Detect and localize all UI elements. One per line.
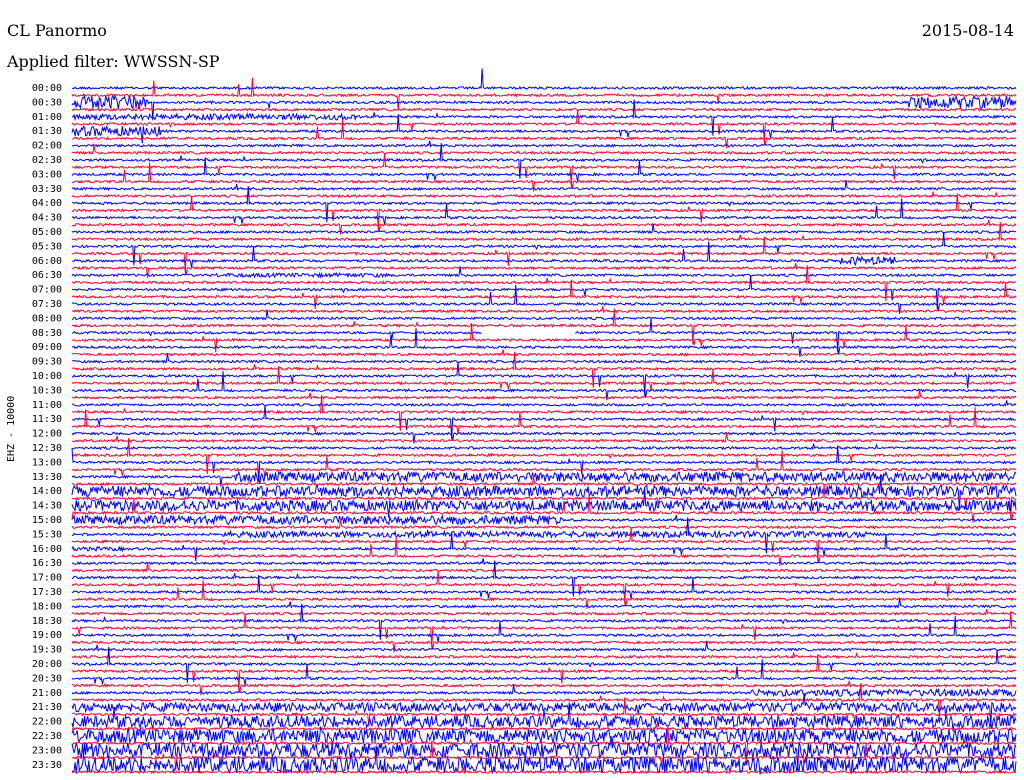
tick-label: 19:30	[32, 645, 62, 656]
tick-label: 20:00	[32, 659, 62, 670]
tick-label: 00:30	[32, 97, 62, 108]
tick-label: 21:00	[32, 688, 62, 699]
tick-label: 01:30	[32, 126, 62, 137]
tick-label: 22:00	[32, 717, 62, 728]
tick-label: 13:30	[32, 472, 62, 483]
tick-label: 11:00	[32, 400, 62, 411]
trace-line	[71, 654, 1017, 691]
tick-label: 19:00	[32, 630, 62, 641]
trace-line	[71, 306, 1017, 314]
trace-line	[71, 400, 1017, 408]
trace-line	[71, 328, 1017, 358]
trace-line	[71, 513, 1017, 526]
tick-label: 23:00	[32, 745, 62, 756]
tick-label: 11:30	[32, 414, 62, 425]
trace-line	[71, 723, 1017, 732]
trace-line	[71, 265, 1017, 302]
tick-label: 12:30	[32, 443, 62, 454]
trace-line	[71, 191, 1017, 199]
tick-label: 09:00	[32, 342, 62, 353]
tick-label: 06:30	[32, 270, 62, 281]
trace-line	[71, 77, 1017, 111]
seismic-traces	[71, 68, 1017, 775]
tick-label: 04:00	[32, 198, 62, 209]
tick-label: 21:30	[32, 702, 62, 713]
tick-label: 02:30	[32, 155, 62, 166]
tick-label: 18:30	[32, 616, 62, 627]
trace-line	[71, 68, 1017, 91]
tick-label: 18:00	[32, 601, 62, 612]
tick-label: 17:00	[32, 573, 62, 584]
tick-label: 06:00	[32, 256, 62, 267]
trace-line	[71, 349, 1017, 357]
tick-label: 14:00	[32, 486, 62, 497]
tick-label: 13:00	[32, 457, 62, 468]
tick-label: 15:30	[32, 529, 62, 540]
tick-label: 02:00	[32, 141, 62, 152]
trace-line	[71, 558, 1017, 566]
tick-label: 15:00	[32, 515, 62, 526]
trace-line	[71, 443, 1017, 451]
tick-label: 14:30	[32, 501, 62, 512]
tick-label: 22:30	[32, 731, 62, 742]
tick-label: 23:30	[32, 760, 62, 771]
tick-label: 09:30	[32, 357, 62, 368]
tick-label: 16:30	[32, 558, 62, 569]
tick-label: 07:30	[32, 299, 62, 310]
trace-line	[71, 560, 1017, 597]
tick-label: 08:00	[32, 313, 62, 324]
tick-label: 00:00	[32, 83, 62, 94]
tick-label: 05:00	[32, 227, 62, 238]
trace-line	[72, 574, 1017, 600]
tick-label: 17:30	[32, 587, 62, 598]
tick-label: 01:00	[32, 112, 62, 123]
tick-label: 03:30	[32, 184, 62, 195]
tick-label: 04:30	[32, 213, 62, 224]
tick-label: 10:30	[32, 385, 62, 396]
tick-label: 07:00	[32, 285, 62, 296]
helicorder-chart: 00:00 00:30 01:00 01:30 02:00 02:30 03:00 03:30…	[32, 68, 1017, 775]
tick-label: 16:00	[32, 544, 62, 555]
tick-label: 05:30	[32, 241, 62, 252]
tick-label: 03:00	[32, 169, 62, 180]
time-tick-labels: 00:00 00:30 01:00 01:30 02:00 02:30 03:00 03:30…	[32, 83, 62, 771]
trace-line	[71, 140, 1017, 148]
trace-line	[71, 474, 1017, 511]
trace-line	[71, 609, 1017, 616]
trace-line	[71, 603, 1017, 640]
tick-label: 08:30	[32, 328, 62, 339]
tick-label: 20:30	[32, 673, 62, 684]
trace-line	[71, 652, 1017, 660]
tick-label: 10:00	[32, 371, 62, 382]
tick-label: 12:00	[32, 429, 62, 440]
